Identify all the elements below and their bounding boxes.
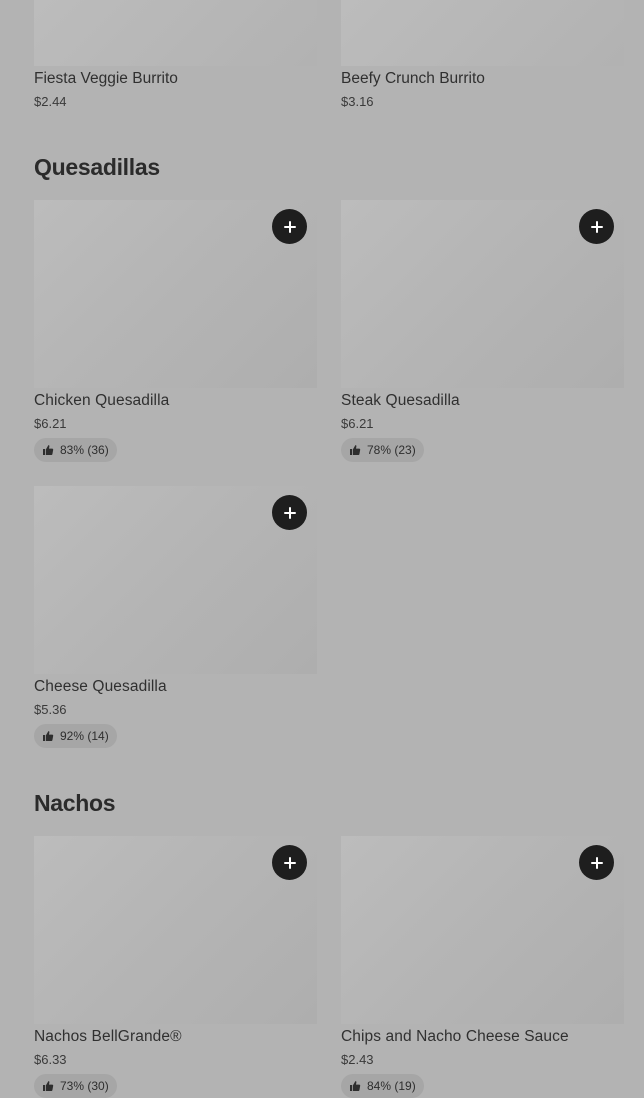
item-name: Steak Quesadilla — [341, 392, 460, 409]
add-to-cart-button[interactable] — [579, 845, 614, 880]
rating-text: 78% (23) — [367, 443, 416, 457]
item-name: Fiesta Veggie Burrito — [34, 70, 178, 87]
add-to-cart-button[interactable] — [579, 209, 614, 244]
thumbs-up-icon — [43, 731, 54, 741]
item-price: $2.43 — [341, 1052, 374, 1067]
rating-text: 83% (36) — [60, 443, 109, 457]
item-name: Chicken Quesadilla — [34, 392, 170, 409]
plus-icon — [590, 856, 603, 869]
item-price: $6.21 — [34, 416, 67, 431]
rating-badge: 92% (14) — [34, 724, 117, 748]
item-image[interactable] — [34, 0, 317, 66]
add-to-cart-button[interactable] — [272, 845, 307, 880]
item-name: Chips and Nacho Cheese Sauce — [341, 1028, 569, 1045]
rating-badge: 84% (19) — [341, 1074, 424, 1098]
item-name: Nachos BellGrande® — [34, 1028, 182, 1045]
rating-text: 73% (30) — [60, 1079, 109, 1093]
add-to-cart-button[interactable] — [272, 209, 307, 244]
plus-icon — [283, 506, 296, 519]
menu-page: Fiesta Veggie Burrito $2.44 Beefy Crunch… — [0, 0, 644, 1098]
thumbs-up-icon — [350, 1081, 361, 1091]
add-to-cart-button[interactable] — [272, 495, 307, 530]
section-title-quesadillas: Quesadillas — [34, 154, 160, 180]
rating-text: 84% (19) — [367, 1079, 416, 1093]
rating-badge: 78% (23) — [341, 438, 424, 462]
item-price: $3.16 — [341, 94, 374, 109]
thumbs-up-icon — [350, 445, 361, 455]
section-title-nachos: Nachos — [34, 790, 116, 816]
thumbs-up-icon — [43, 445, 54, 455]
thumbs-up-icon — [43, 1081, 54, 1091]
item-price: $6.21 — [341, 416, 374, 431]
rating-badge: 73% (30) — [34, 1074, 117, 1098]
item-name: Cheese Quesadilla — [34, 678, 167, 695]
rating-badge: 83% (36) — [34, 438, 117, 462]
plus-icon — [283, 220, 296, 233]
item-price: $2.44 — [34, 94, 67, 109]
item-price: $6.33 — [34, 1052, 67, 1067]
plus-icon — [283, 856, 296, 869]
item-name: Beefy Crunch Burrito — [341, 70, 485, 87]
item-price: $5.36 — [34, 702, 67, 717]
rating-text: 92% (14) — [60, 729, 109, 743]
item-image[interactable] — [341, 0, 624, 66]
plus-icon — [590, 220, 603, 233]
